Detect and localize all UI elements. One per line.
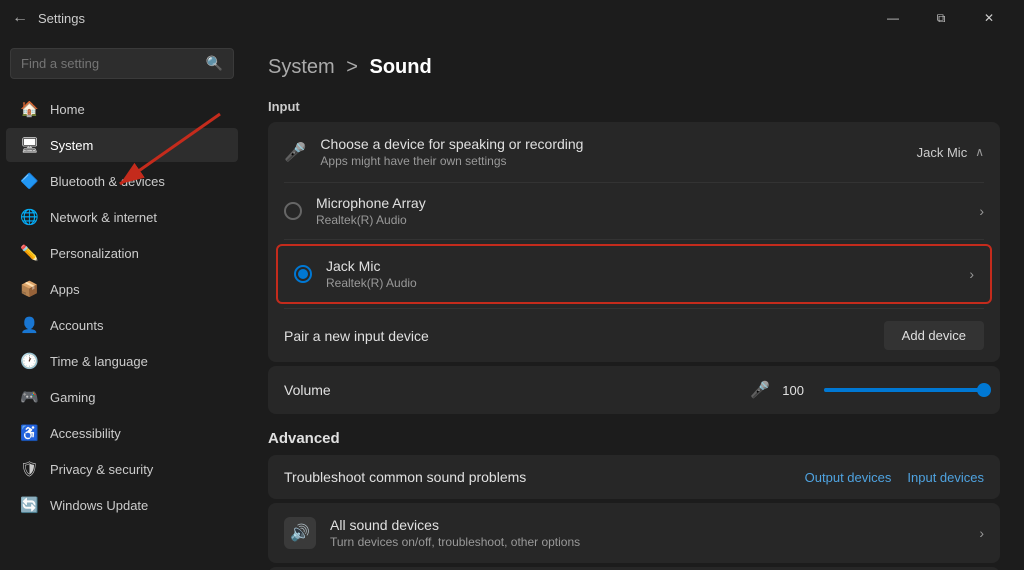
- sidebar-label-system: System: [50, 138, 93, 153]
- selected-device-name: Jack Mic: [917, 145, 968, 160]
- input-card: 🎤 Choose a device for speaking or record…: [268, 122, 1000, 362]
- add-device-button[interactable]: Add device: [884, 321, 984, 350]
- sidebar-label-network: Network & internet: [50, 210, 157, 225]
- sidebar-item-system[interactable]: 🖥 System: [6, 128, 238, 162]
- input-devices-link[interactable]: Input devices: [907, 470, 984, 485]
- device-sub-mic-array: Realtek(R) Audio: [316, 213, 979, 227]
- device-row-microphone-array[interactable]: Microphone Array Realtek(R) Audio ›: [268, 183, 1000, 239]
- input-device-header[interactable]: 🎤 Choose a device for speaking or record…: [268, 122, 1000, 182]
- advanced-section-title: Advanced: [268, 430, 1000, 447]
- device-name-mic-array: Microphone Array: [316, 195, 979, 211]
- network-icon: 🌐: [20, 208, 38, 226]
- close-button[interactable]: ✕: [966, 0, 1012, 36]
- sidebar-item-apps[interactable]: 📦 Apps: [6, 272, 238, 306]
- time-icon: 🕐: [20, 352, 38, 370]
- input-section-title: Input: [268, 99, 1000, 114]
- troubleshoot-links: Output devices Input devices: [805, 470, 984, 485]
- volume-slider-track[interactable]: [824, 388, 984, 392]
- volume-label: Volume: [284, 382, 738, 398]
- home-icon: 🏠: [20, 100, 38, 118]
- maximize-button[interactable]: ⧉: [918, 0, 964, 36]
- search-input[interactable]: [21, 56, 206, 71]
- chevron-right-icon-all: ›: [979, 525, 984, 541]
- breadcrumb-parent: System: [268, 56, 335, 78]
- volume-slider-fill: [824, 388, 984, 392]
- sidebar-label-gaming: Gaming: [50, 390, 96, 405]
- selected-device-row[interactable]: Jack Mic Realtek(R) Audio ›: [276, 244, 992, 304]
- sidebar: 🔍 🏠 Home 🖥 System 🔷 Bluetooth & devices …: [0, 36, 244, 570]
- output-devices-link[interactable]: Output devices: [805, 470, 892, 485]
- microphone-icon: 🎤: [284, 142, 306, 163]
- volume-section: Volume 🎤 100: [268, 366, 1000, 414]
- divider-2: [284, 239, 984, 240]
- input-header-sublabel: Apps might have their own settings: [320, 154, 916, 168]
- minimize-button[interactable]: —: [870, 0, 916, 36]
- search-icon: 🔍: [206, 55, 223, 72]
- sidebar-label-personalization: Personalization: [50, 246, 139, 261]
- pair-device-row: Pair a new input device Add device: [268, 309, 1000, 362]
- breadcrumb: System > Sound: [268, 56, 1000, 79]
- sidebar-item-gaming[interactable]: 🎮 Gaming: [6, 380, 238, 414]
- app-title: Settings: [38, 11, 85, 26]
- sidebar-item-time[interactable]: 🕐 Time & language: [6, 344, 238, 378]
- sidebar-label-update: Windows Update: [50, 498, 148, 513]
- privacy-icon: 🛡: [20, 460, 38, 478]
- search-box[interactable]: 🔍: [10, 48, 234, 79]
- chevron-right-icon-jack: ›: [969, 266, 974, 282]
- all-sound-text: All sound devices Turn devices on/off, t…: [330, 517, 979, 549]
- radio-button-mic-array[interactable]: [284, 202, 302, 220]
- all-sound-name: All sound devices: [330, 517, 979, 533]
- back-button[interactable]: ←: [12, 9, 28, 27]
- volume-mic-icon: 🎤: [750, 380, 770, 400]
- sidebar-label-privacy: Privacy & security: [50, 462, 153, 477]
- sidebar-item-accessibility[interactable]: ♿ Accessibility: [6, 416, 238, 450]
- radio-button-jack-mic[interactable]: [294, 265, 312, 283]
- sidebar-label-apps: Apps: [50, 282, 80, 297]
- sidebar-item-accounts[interactable]: 👤 Accounts: [6, 308, 238, 342]
- device-name-jack-mic: Jack Mic: [326, 258, 969, 274]
- device-info-jack-mic: Jack Mic Realtek(R) Audio: [326, 258, 969, 290]
- sidebar-item-personalization[interactable]: ✏️ Personalization: [6, 236, 238, 270]
- system-icon: 🖥: [20, 136, 38, 154]
- all-sound-sub: Turn devices on/off, troubleshoot, other…: [330, 535, 979, 549]
- volume-slider-thumb[interactable]: [977, 383, 991, 397]
- chevron-up-icon: ∧: [975, 145, 984, 159]
- window-controls: — ⧉ ✕: [870, 0, 1012, 36]
- sidebar-item-bluetooth[interactable]: 🔷 Bluetooth & devices: [6, 164, 238, 198]
- gaming-icon: 🎮: [20, 388, 38, 406]
- breadcrumb-current: Sound: [370, 56, 432, 78]
- troubleshoot-label: Troubleshoot common sound problems: [284, 469, 526, 485]
- sidebar-item-privacy[interactable]: 🛡 Privacy & security: [6, 452, 238, 486]
- apps-icon: 📦: [20, 280, 38, 298]
- breadcrumb-separator: >: [346, 56, 358, 78]
- chevron-right-icon-mic: ›: [979, 203, 984, 219]
- titlebar: ← Settings — ⧉ ✕: [0, 0, 1024, 36]
- device-sub-jack-mic: Realtek(R) Audio: [326, 276, 969, 290]
- accounts-icon: 👤: [20, 316, 38, 334]
- input-header-texts: Choose a device for speaking or recordin…: [320, 136, 916, 168]
- device-info-mic-array: Microphone Array Realtek(R) Audio: [316, 195, 979, 227]
- sidebar-label-accounts: Accounts: [50, 318, 103, 333]
- sidebar-label-accessibility: Accessibility: [50, 426, 121, 441]
- all-sound-devices-row[interactable]: 🔊 All sound devices Turn devices on/off,…: [268, 503, 1000, 563]
- sidebar-label-bluetooth: Bluetooth & devices: [50, 174, 165, 189]
- radio-inner-jack-mic: [298, 269, 308, 279]
- volume-value: 100: [782, 383, 804, 398]
- personalization-icon: ✏️: [20, 244, 38, 262]
- bluetooth-icon: 🔷: [20, 172, 38, 190]
- update-icon: 🔄: [20, 496, 38, 514]
- sidebar-label-time: Time & language: [50, 354, 148, 369]
- input-header-label: Choose a device for speaking or recordin…: [320, 136, 916, 152]
- troubleshoot-row: Troubleshoot common sound problems Outpu…: [268, 455, 1000, 499]
- all-sound-icon: 🔊: [284, 517, 316, 549]
- device-row-jack-mic[interactable]: Jack Mic Realtek(R) Audio ›: [278, 246, 990, 302]
- sidebar-item-home[interactable]: 🏠 Home: [6, 92, 238, 126]
- main-content: System > Sound Input 🎤 Choose a device f…: [244, 36, 1024, 570]
- sidebar-label-home: Home: [50, 102, 85, 117]
- sidebar-item-update[interactable]: 🔄 Windows Update: [6, 488, 238, 522]
- pair-label: Pair a new input device: [284, 328, 429, 344]
- accessibility-icon: ♿: [20, 424, 38, 442]
- sidebar-item-network[interactable]: 🌐 Network & internet: [6, 200, 238, 234]
